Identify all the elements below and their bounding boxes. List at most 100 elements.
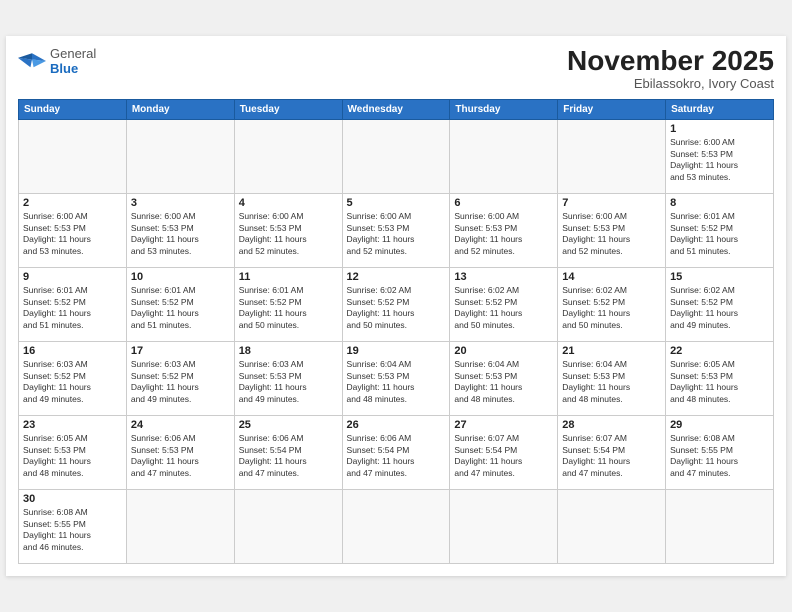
calendar-cell — [126, 490, 234, 564]
weekday-wednesday: Wednesday — [342, 100, 450, 120]
weekday-tuesday: Tuesday — [234, 100, 342, 120]
calendar-cell: 23Sunrise: 6:05 AMSunset: 5:53 PMDayligh… — [19, 416, 127, 490]
weekday-header-row: SundayMondayTuesdayWednesdayThursdayFrid… — [19, 100, 774, 120]
day-info: Sunrise: 6:00 AMSunset: 5:53 PMDaylight:… — [239, 211, 338, 257]
calendar-cell — [450, 120, 558, 194]
logo-icon — [18, 50, 46, 72]
day-info: Sunrise: 6:06 AMSunset: 5:54 PMDaylight:… — [347, 433, 446, 479]
day-info: Sunrise: 6:07 AMSunset: 5:54 PMDaylight:… — [562, 433, 661, 479]
day-number: 30 — [23, 493, 122, 505]
calendar-cell — [19, 120, 127, 194]
day-number: 20 — [454, 345, 553, 357]
calendar-cell: 21 Sunrise: 6:04 AMSunset: 5:53 PMDayligh… — [558, 342, 666, 416]
calendar-cell: 24 Sunrise: 6:06 AMSunset: 5:53 PMDayligh… — [126, 416, 234, 490]
day-info: Sunrise: 6:06 AMSunset: 5:53 PMDaylight:… — [131, 433, 230, 479]
day-info: Sunrise: 6:01 AMSunset: 5:52 PMDaylight:… — [23, 285, 122, 331]
calendar-cell: 9 Sunrise: 6:01 AMSunset: 5:52 PMDaylight… — [19, 268, 127, 342]
location: Ebilassokro, Ivory Coast — [567, 76, 774, 91]
day-number: 24 — [131, 419, 230, 431]
calendar-cell — [342, 490, 450, 564]
calendar-cell — [558, 120, 666, 194]
day-number: 10 — [131, 271, 230, 283]
day-info: Sunrise: 6:02 AMSunset: 5:52 PMDaylight:… — [562, 285, 661, 331]
calendar-cell: 18 Sunrise: 6:03 AMSunset: 5:53 PMDayligh… — [234, 342, 342, 416]
day-number: 19 — [347, 345, 446, 357]
day-info: Sunrise: 6:06 AMSunset: 5:54 PMDaylight:… — [239, 433, 338, 479]
calendar-cell: 14 Sunrise: 6:02 AMSunset: 5:52 PMDayligh… — [558, 268, 666, 342]
day-info: Sunrise: 6:01 AMSunset: 5:52 PMDaylight:… — [670, 211, 769, 257]
calendar-cell: 7 Sunrise: 6:00 AMSunset: 5:53 PMDaylight… — [558, 194, 666, 268]
day-info: Sunrise: 6:01 AMSunset: 5:52 PMDaylight:… — [131, 285, 230, 331]
logo: General Blue — [18, 46, 96, 77]
day-info: Sunrise: 6:04 AMSunset: 5:53 PMDaylight:… — [562, 359, 661, 405]
calendar-cell: 2 Sunrise: 6:00 AMSunset: 5:53 PMDaylight… — [19, 194, 127, 268]
day-info: Sunrise: 6:00 AMSunset: 5:53 PMDaylight:… — [670, 137, 769, 183]
month-title: November 2025 — [567, 46, 774, 77]
day-info: Sunrise: 6:08 AMSunset: 5:55 PMDaylight:… — [23, 507, 122, 553]
calendar-cell: 28 Sunrise: 6:07 AMSunset: 5:54 PMDayligh… — [558, 416, 666, 490]
day-number: 22 — [670, 345, 769, 357]
calendar-cell: 29Sunrise: 6:08 AMSunset: 5:55 PMDayligh… — [666, 416, 774, 490]
weekday-thursday: Thursday — [450, 100, 558, 120]
calendar-body: 1Sunrise: 6:00 AMSunset: 5:53 PMDaylight… — [19, 120, 774, 564]
day-number: 4 — [239, 197, 338, 209]
day-info: Sunrise: 6:08 AMSunset: 5:55 PMDaylight:… — [670, 433, 769, 479]
day-info: Sunrise: 6:02 AMSunset: 5:52 PMDaylight:… — [670, 285, 769, 331]
day-number: 21 — [562, 345, 661, 357]
day-number: 25 — [239, 419, 338, 431]
day-number: 18 — [239, 345, 338, 357]
day-info: Sunrise: 6:00 AMSunset: 5:53 PMDaylight:… — [562, 211, 661, 257]
day-info: Sunrise: 6:03 AMSunset: 5:53 PMDaylight:… — [239, 359, 338, 405]
calendar-cell: 15 Sunrise: 6:02 AMSunset: 5:52 PMDayligh… — [666, 268, 774, 342]
title-block: November 2025 Ebilassokro, Ivory Coast — [567, 46, 774, 92]
calendar-cell — [234, 490, 342, 564]
day-number: 6 — [454, 197, 553, 209]
day-info: Sunrise: 6:07 AMSunset: 5:54 PMDaylight:… — [454, 433, 553, 479]
day-number: 14 — [562, 271, 661, 283]
day-number: 2 — [23, 197, 122, 209]
day-info: Sunrise: 6:05 AMSunset: 5:53 PMDaylight:… — [670, 359, 769, 405]
day-number: 12 — [347, 271, 446, 283]
header: General Blue November 2025 Ebilassokro, … — [18, 46, 774, 92]
day-number: 15 — [670, 271, 769, 283]
calendar-cell: 17Sunrise: 6:03 AMSunset: 5:52 PMDayligh… — [126, 342, 234, 416]
calendar-cell — [666, 490, 774, 564]
calendar-cell: 22 Sunrise: 6:05 AMSunset: 5:53 PMDayligh… — [666, 342, 774, 416]
weekday-sunday: Sunday — [19, 100, 127, 120]
calendar-cell: 3 Sunrise: 6:00 AMSunset: 5:53 PMDaylight… — [126, 194, 234, 268]
weekday-saturday: Saturday — [666, 100, 774, 120]
day-info: Sunrise: 6:03 AMSunset: 5:52 PMDaylight:… — [23, 359, 122, 405]
weekday-monday: Monday — [126, 100, 234, 120]
day-number: 3 — [131, 197, 230, 209]
day-number: 5 — [347, 197, 446, 209]
calendar-cell: 20 Sunrise: 6:04 AMSunset: 5:53 PMDayligh… — [450, 342, 558, 416]
calendar-cell — [126, 120, 234, 194]
calendar-cell: 6Sunrise: 6:00 AMSunset: 5:53 PMDaylight… — [450, 194, 558, 268]
week-row-3: 16 Sunrise: 6:03 AMSunset: 5:52 PMDayligh… — [19, 342, 774, 416]
calendar-cell: 30 Sunrise: 6:08 AMSunset: 5:55 PMDayligh… — [19, 490, 127, 564]
day-number: 27 — [454, 419, 553, 431]
day-number: 13 — [454, 271, 553, 283]
calendar-cell: 12 Sunrise: 6:02 AMSunset: 5:52 PMDayligh… — [342, 268, 450, 342]
day-number: 7 — [562, 197, 661, 209]
week-row-5: 30 Sunrise: 6:08 AMSunset: 5:55 PMDayligh… — [19, 490, 774, 564]
day-number: 26 — [347, 419, 446, 431]
day-number: 9 — [23, 271, 122, 283]
calendar-cell: 26 Sunrise: 6:06 AMSunset: 5:54 PMDayligh… — [342, 416, 450, 490]
day-number: 28 — [562, 419, 661, 431]
day-info: Sunrise: 6:00 AMSunset: 5:53 PMDaylight:… — [23, 211, 122, 257]
calendar-cell — [558, 490, 666, 564]
calendar-cell — [450, 490, 558, 564]
calendar-cell: 5Sunrise: 6:00 AMSunset: 5:53 PMDaylight… — [342, 194, 450, 268]
calendar-cell — [234, 120, 342, 194]
week-row-4: 23Sunrise: 6:05 AMSunset: 5:53 PMDayligh… — [19, 416, 774, 490]
calendar-cell: 8Sunrise: 6:01 AMSunset: 5:52 PMDaylight… — [666, 194, 774, 268]
week-row-0: 1Sunrise: 6:00 AMSunset: 5:53 PMDaylight… — [19, 120, 774, 194]
day-number: 16 — [23, 345, 122, 357]
calendar-cell: 27 Sunrise: 6:07 AMSunset: 5:54 PMDayligh… — [450, 416, 558, 490]
calendar-cell: 11Sunrise: 6:01 AMSunset: 5:52 PMDayligh… — [234, 268, 342, 342]
day-info: Sunrise: 6:02 AMSunset: 5:52 PMDaylight:… — [347, 285, 446, 331]
calendar-cell: 13Sunrise: 6:02 AMSunset: 5:52 PMDayligh… — [450, 268, 558, 342]
day-info: Sunrise: 6:04 AMSunset: 5:53 PMDaylight:… — [454, 359, 553, 405]
day-info: Sunrise: 6:00 AMSunset: 5:53 PMDaylight:… — [131, 211, 230, 257]
